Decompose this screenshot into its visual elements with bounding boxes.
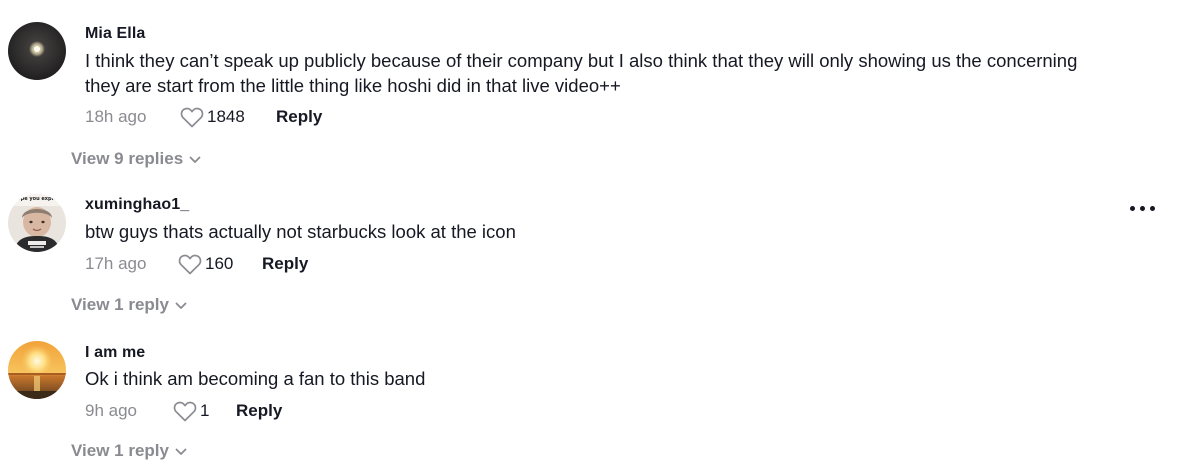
reply-button[interactable]: Reply — [276, 105, 322, 129]
avatar[interactable] — [8, 341, 66, 399]
chevron-down-icon — [175, 294, 187, 316]
view-replies-label: View 9 replies — [71, 149, 184, 168]
comment-timestamp: 9h ago — [85, 401, 137, 420]
like-count: 160 — [205, 254, 234, 273]
like-count: 1 — [200, 401, 210, 420]
view-replies-button[interactable]: View 1 reply — [71, 294, 187, 317]
comment-text: I think they can’t speak up publicly bec… — [85, 50, 1078, 96]
sunset-sea-avatar — [8, 341, 66, 399]
chevron-down-icon — [189, 148, 201, 170]
view-replies-button[interactable]: View 1 reply — [71, 440, 187, 463]
comment-timestamp: 17h ago — [85, 254, 147, 273]
reply-button[interactable]: Reply — [262, 252, 308, 276]
like-count: 1848 — [207, 107, 245, 126]
view-replies-button[interactable]: View 9 replies — [71, 148, 201, 171]
more-horizontal-icon[interactable] — [1128, 201, 1158, 215]
heart-outline-icon[interactable] — [173, 401, 197, 429]
avatar[interactable]: ..ope you explo.. — [8, 194, 66, 252]
heart-outline-icon[interactable] — [180, 107, 204, 135]
comment-text: Ok i think am becoming a fan to this ban… — [85, 368, 426, 389]
comment-username[interactable]: Mia Ella — [85, 25, 145, 43]
chevron-down-icon — [175, 440, 187, 462]
comment-username[interactable]: I am me — [85, 344, 145, 362]
comment-text: btw guys thats actually not starbucks lo… — [85, 221, 516, 242]
comment-timestamp: 18h ago — [85, 107, 147, 126]
view-replies-label: View 1 reply — [71, 295, 169, 314]
comment-username[interactable]: xuminghao1_ — [85, 196, 189, 214]
avatar-caption: ..ope you explo.. — [13, 196, 61, 202]
avatar[interactable] — [8, 22, 66, 80]
view-replies-label: View 1 reply — [71, 441, 169, 460]
moon-night-avatar — [8, 22, 66, 80]
reply-button[interactable]: Reply — [236, 399, 282, 423]
person-selfie-avatar — [8, 194, 66, 252]
heart-outline-icon[interactable] — [178, 254, 202, 282]
